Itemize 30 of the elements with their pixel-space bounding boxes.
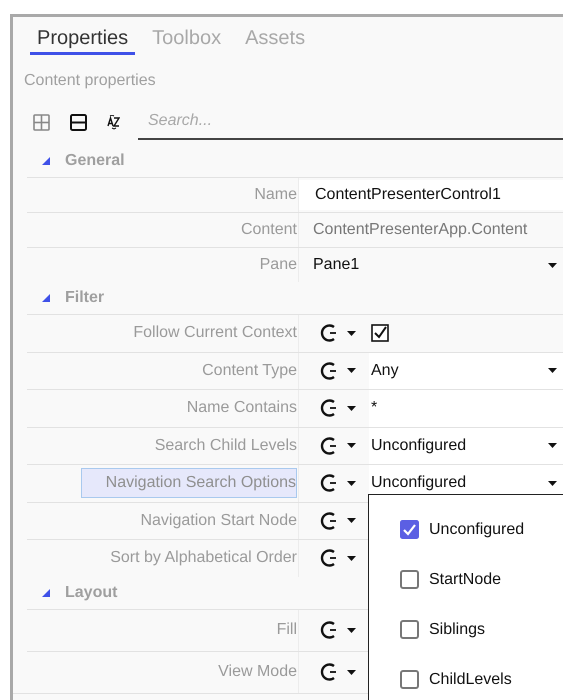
property-label[interactable]: Content	[216, 216, 297, 244]
section-header: General	[65, 152, 125, 170]
property-label[interactable]: Pane	[236, 251, 297, 279]
property-label[interactable]: Content Type	[178, 356, 297, 385]
property-value: ContentPresenterApp.Content	[313, 221, 528, 239]
property-label[interactable]: Search Child Levels	[130, 432, 297, 460]
property-label[interactable]: Follow Current Context	[109, 319, 297, 348]
dropdown[interactable]: Unconfigured	[369, 428, 563, 464]
property-label[interactable]: Sort by Alphabetical Order	[86, 544, 297, 572]
menu-option[interactable]: StartNode	[400, 568, 563, 591]
property-label[interactable]: View Mode	[194, 658, 297, 686]
menu-option[interactable]: Unconfigured	[400, 518, 563, 541]
property-label[interactable]: Fill	[252, 616, 297, 644]
property-label[interactable]: Name	[230, 181, 297, 209]
dropdown[interactable]: Pane1	[299, 248, 563, 282]
menu-option[interactable]: Siblings	[400, 618, 563, 641]
search-field[interactable]: Search...	[138, 104, 563, 140]
property-label[interactable]: Name Contains	[162, 394, 297, 422]
tab[interactable]: Toolbox	[145, 25, 228, 55]
text-field[interactable]: ContentPresenterControl1	[299, 180, 563, 210]
property-label[interactable]: Navigation Start Node	[116, 506, 297, 535]
text-field[interactable]: *	[369, 390, 563, 426]
panel-subtitle: Content properties	[24, 72, 157, 91]
property-label[interactable]: Navigation Search Options	[80, 468, 297, 498]
section-header: Filter	[65, 289, 104, 307]
section-header: Layout	[65, 584, 118, 602]
menu-option[interactable]: ChildLevels	[400, 668, 563, 691]
tab[interactable]: Properties	[30, 25, 136, 55]
dropdown[interactable]: Any	[369, 352, 563, 389]
tab[interactable]: Assets	[238, 25, 312, 55]
